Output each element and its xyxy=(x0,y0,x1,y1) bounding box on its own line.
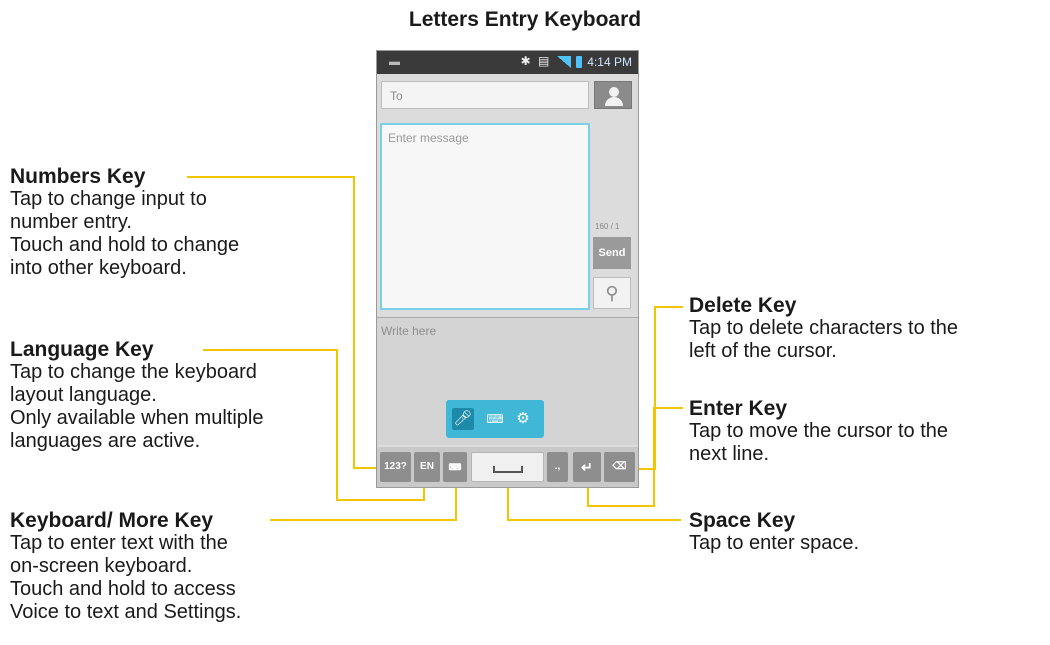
diagram-title: Letters Entry Keyboard xyxy=(408,8,642,31)
callout-delete-key: Delete Key Tap to delete characters to t… xyxy=(689,294,958,363)
status-bar: ▬ ✱ ▤ 4:14 PM xyxy=(377,51,638,74)
paperclip-icon: ⚲ xyxy=(605,283,619,303)
contact-button[interactable] xyxy=(594,81,632,109)
keyboard-icon: ⌨ xyxy=(448,462,462,472)
numbers-key[interactable]: 123? xyxy=(380,452,411,482)
callout-description: Tap to change input to number entry. Tou… xyxy=(10,188,240,279)
notification-icon: ▬ xyxy=(389,56,400,68)
signal-icon xyxy=(556,55,571,68)
callout-description: Tap to move the cursor to the next line. xyxy=(689,420,949,465)
callout-description: Tap to delete characters to the left of … xyxy=(689,317,959,362)
bluetooth-icon: ✱ xyxy=(520,54,533,68)
message-field[interactable]: Enter message xyxy=(380,123,590,310)
nfc-icon: ▤ xyxy=(537,54,552,68)
callout-keyboard-more-key: Keyboard/ More Key Tap to enter text wit… xyxy=(10,509,241,624)
enter-key[interactable]: ↵ xyxy=(573,452,601,482)
attach-button[interactable]: ⚲ xyxy=(593,277,631,309)
gear-icon[interactable]: ⚙ xyxy=(512,408,534,430)
callout-space-key: Space Key Tap to enter space. xyxy=(689,509,859,555)
status-icons: ✱ ▤ xyxy=(521,54,582,68)
character-counter: 160 / 1 xyxy=(595,222,620,231)
callout-title: Keyboard/ More Key xyxy=(10,509,214,532)
microphone-icon[interactable]: 🎤︎ xyxy=(452,408,474,430)
phone-screen: ▬ ✱ ▤ 4:14 PM To Enter message 160 / 1 S… xyxy=(376,50,639,488)
status-time: 4:14 PM xyxy=(587,55,632,69)
delete-key[interactable]: ⌫ xyxy=(604,452,635,482)
callout-title: Space Key xyxy=(689,509,796,532)
callout-language-key: Language Key Tap to change the keyboard … xyxy=(10,338,263,453)
to-field[interactable]: To xyxy=(381,81,589,109)
callout-title: Language Key xyxy=(10,338,154,361)
callout-description: Tap to change the keyboard layout langua… xyxy=(10,361,264,452)
keyboard-icon[interactable]: ⌨ xyxy=(482,408,508,430)
person-icon xyxy=(609,87,619,97)
keyboard-row: 123? EN ⌨ ., ↵ ⌫ xyxy=(377,447,638,487)
callout-numbers-key: Numbers Key Tap to change input to numbe… xyxy=(10,165,239,280)
callout-description: Tap to enter text with the on-screen key… xyxy=(10,532,242,623)
send-button[interactable]: Send xyxy=(593,237,631,269)
callout-title: Delete Key xyxy=(689,294,797,317)
punctuation-key[interactable]: ., xyxy=(547,452,568,482)
callout-enter-key: Enter Key Tap to move the cursor to the … xyxy=(689,397,948,466)
callout-description: Tap to enter space. xyxy=(689,532,860,554)
battery-icon xyxy=(576,55,582,68)
callout-title: Numbers Key xyxy=(10,165,146,188)
space-icon xyxy=(492,465,523,473)
keyboard-more-key[interactable]: ⌨ xyxy=(443,452,467,482)
language-key[interactable]: EN xyxy=(414,452,440,482)
callout-title: Enter Key xyxy=(689,397,788,420)
keyboard-more-popup: 🎤︎ ⌨ ⚙ xyxy=(446,400,544,438)
person-icon-body xyxy=(605,97,623,106)
space-key[interactable] xyxy=(471,452,544,482)
